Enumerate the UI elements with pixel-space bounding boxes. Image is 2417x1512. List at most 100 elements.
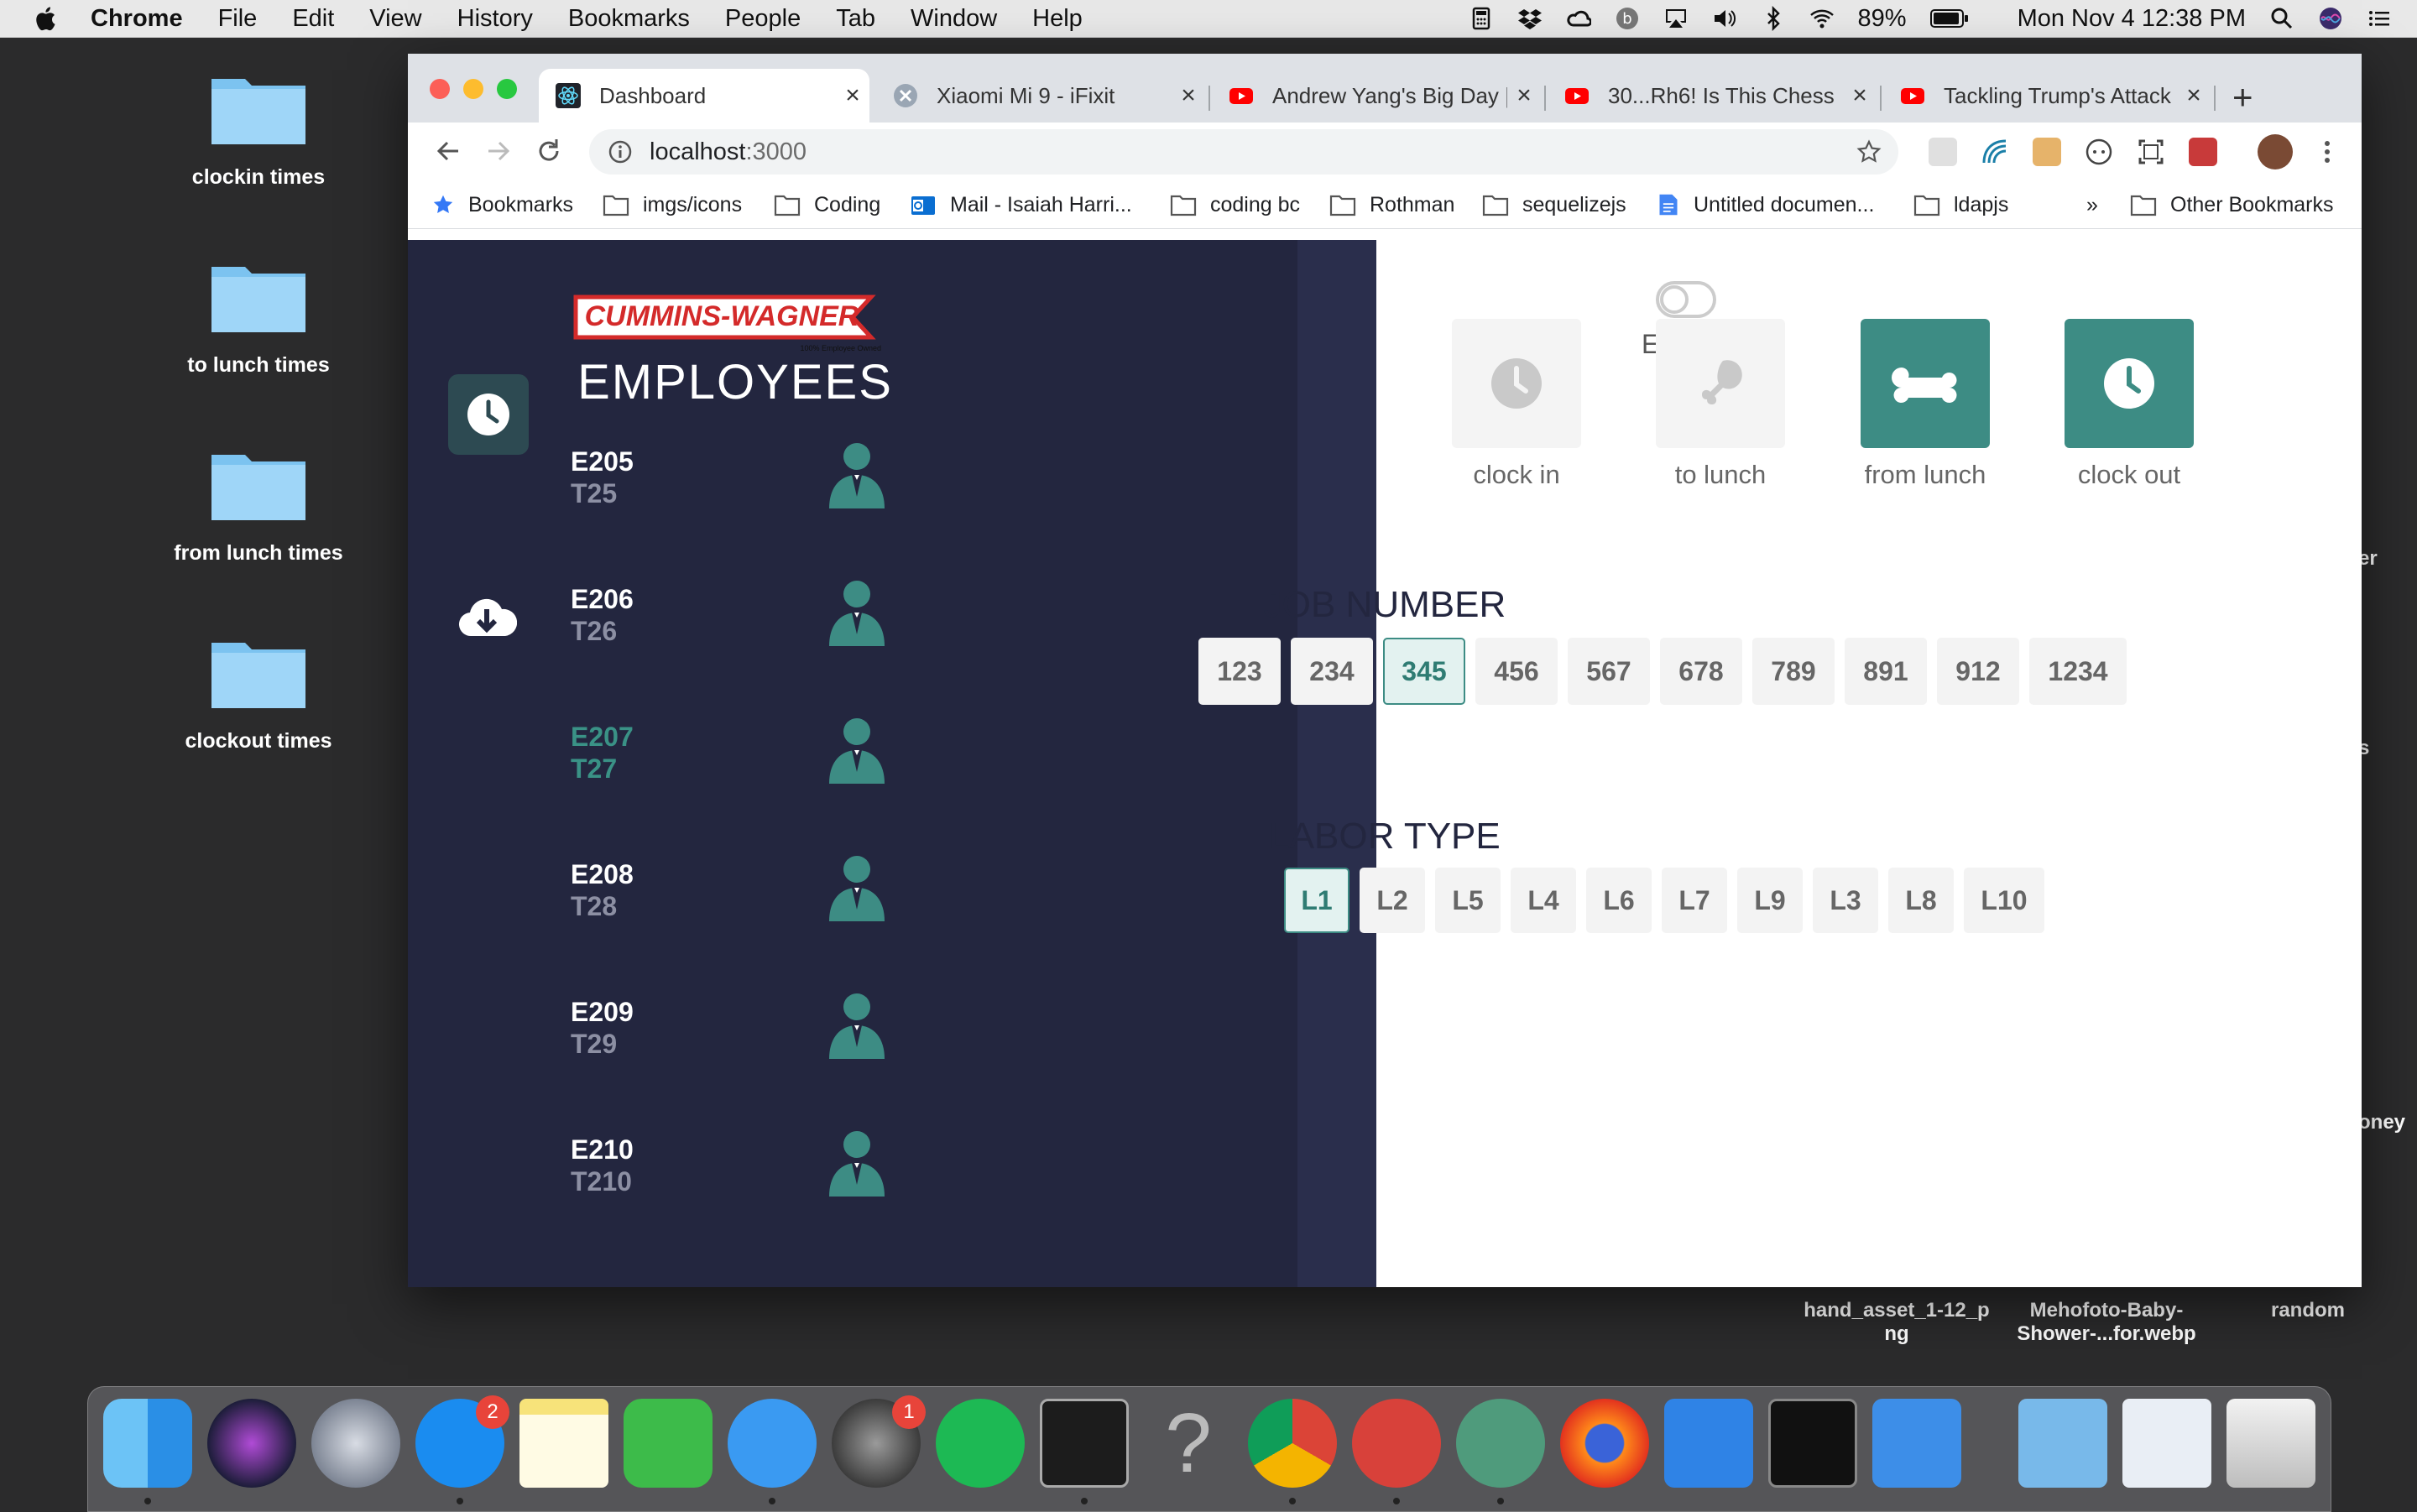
menu-window[interactable]: Window xyxy=(911,5,997,33)
extension-box-icon[interactable] xyxy=(2033,138,2061,166)
finder-icon[interactable] xyxy=(103,1399,192,1488)
tab-youtube-chess[interactable]: 30...Rh6! Is This Chess × xyxy=(1548,69,1877,123)
labor-chip[interactable]: L5 xyxy=(1435,868,1501,933)
tab-dashboard[interactable]: Dashboard × xyxy=(539,69,869,123)
desktop-folder-from-lunch[interactable]: from lunch times xyxy=(158,440,359,566)
window-zoom-button[interactable] xyxy=(497,79,517,99)
notification-center-icon[interactable] xyxy=(2367,6,2392,31)
tab-close-icon[interactable]: × xyxy=(836,81,869,110)
bookmark-bookmarks[interactable]: Bookmarks xyxy=(431,190,573,220)
tab-close-icon[interactable]: × xyxy=(1843,81,1877,110)
labor-chip[interactable]: L10 xyxy=(1964,868,2044,933)
menu-history[interactable]: History xyxy=(457,5,533,33)
employee-item-selected[interactable]: E207 T27 xyxy=(571,718,906,806)
trash-icon[interactable] xyxy=(2226,1399,2315,1488)
job-chip[interactable]: 567 xyxy=(1568,638,1650,705)
unknown-app-icon[interactable]: ? xyxy=(1144,1399,1233,1488)
desktop-file-random[interactable]: random xyxy=(2232,1299,2383,1322)
tab-close-icon[interactable]: × xyxy=(2177,81,2211,110)
info-icon[interactable] xyxy=(608,139,633,164)
back-icon[interactable] xyxy=(433,136,463,166)
reload-icon[interactable] xyxy=(534,136,564,166)
dropbox-icon[interactable] xyxy=(1517,6,1543,31)
clock-datetime[interactable]: Mon Nov 4 12:38 PM xyxy=(2018,5,2246,33)
siri-icon[interactable] xyxy=(207,1399,296,1488)
messages-icon[interactable] xyxy=(728,1399,817,1488)
labor-chip[interactable]: L8 xyxy=(1888,868,1954,933)
creative-cloud-icon[interactable] xyxy=(1566,6,1591,31)
bookmark-star-icon[interactable] xyxy=(1856,139,1882,164)
terminal-icon[interactable] xyxy=(1040,1399,1129,1488)
extension-circle-icon[interactable] xyxy=(2085,138,2113,166)
clock-out-button[interactable] xyxy=(2065,319,2194,448)
tab-close-icon[interactable]: × xyxy=(1507,81,1541,110)
bookmark-sequelizejs[interactable]: sequelizejs xyxy=(1482,190,1626,220)
window-minimize-button[interactable] xyxy=(463,79,483,99)
spotlight-search-icon[interactable] xyxy=(2269,6,2294,31)
desktop-file-hand-asset[interactable]: hand_asset_1-12_p ng xyxy=(1796,1299,1997,1346)
bear-icon[interactable] xyxy=(1352,1399,1441,1488)
bookmark-untitled-document[interactable]: Untitled documen... xyxy=(1657,190,1874,220)
labor-chip[interactable]: L6 xyxy=(1586,868,1652,933)
employee-item[interactable]: E205 T25 xyxy=(571,443,906,530)
tab-ifixit[interactable]: Xiaomi Mi 9 - iFixit × xyxy=(876,69,1205,123)
chrome-icon[interactable] xyxy=(1248,1399,1337,1488)
xcode-icon[interactable] xyxy=(1664,1399,1753,1488)
address-bar[interactable]: localhost:3000 xyxy=(589,129,1898,175)
notes-icon[interactable] xyxy=(519,1399,608,1488)
job-chip[interactable]: 456 xyxy=(1475,638,1558,705)
calculator-icon[interactable] xyxy=(1469,6,1494,31)
desktop-folder-to-lunch[interactable]: to lunch times xyxy=(158,252,359,378)
timeclock-nav-button[interactable] xyxy=(448,374,529,455)
job-chip[interactable]: 891 xyxy=(1845,638,1927,705)
extension-red-icon[interactable] xyxy=(2189,138,2217,166)
labor-chip[interactable]: L2 xyxy=(1360,868,1425,933)
employee-item[interactable]: E208 T28 xyxy=(571,856,906,943)
siri-icon[interactable] xyxy=(2318,6,2343,31)
menu-edit[interactable]: Edit xyxy=(292,5,334,33)
job-chip[interactable]: 912 xyxy=(1937,638,2019,705)
tab-youtube-trump[interactable]: Tackling Trump's Attack × xyxy=(1883,69,2211,123)
desktop-folder-clockin[interactable]: clockin times xyxy=(158,64,359,190)
job-chip[interactable]: 234 xyxy=(1291,638,1373,705)
from-lunch-button[interactable] xyxy=(1861,319,1990,448)
forward-icon[interactable] xyxy=(483,136,514,166)
labor-chip[interactable]: L7 xyxy=(1662,868,1727,933)
airplay-icon[interactable] xyxy=(1663,6,1689,31)
new-tab-button[interactable]: + xyxy=(2232,77,2253,117)
wifi-icon[interactable] xyxy=(1809,6,1835,31)
extension-wave-icon[interactable] xyxy=(1981,138,2009,166)
bookmark-ldapjs[interactable]: ldapjs xyxy=(1913,190,2008,220)
edit-toggle-switch[interactable] xyxy=(1655,280,1717,319)
tab-close-icon[interactable]: × xyxy=(1172,81,1205,110)
job-chip[interactable]: 123 xyxy=(1198,638,1281,705)
activity-monitor-icon[interactable] xyxy=(1768,1399,1857,1488)
menu-file[interactable]: File xyxy=(218,5,258,33)
battery-percent[interactable]: 89% xyxy=(1858,5,1907,33)
bookmark-imgs-icons[interactable]: imgs/icons xyxy=(603,190,742,220)
documents-stack-icon[interactable] xyxy=(2122,1399,2211,1488)
job-chip[interactable]: 1234 xyxy=(2029,638,2127,705)
clock-in-button[interactable] xyxy=(1452,319,1581,448)
apple-icon[interactable] xyxy=(34,5,57,32)
simulator-icon[interactable] xyxy=(1872,1399,1961,1488)
bookmark-coding-bc[interactable]: coding bc xyxy=(1170,190,1300,220)
desktop-folder-clockout[interactable]: clockout times xyxy=(158,628,359,753)
firefox-icon[interactable] xyxy=(1560,1399,1649,1488)
screenshot-icon[interactable] xyxy=(2137,138,2165,166)
job-chip[interactable]: 789 xyxy=(1752,638,1835,705)
spotify-icon[interactable] xyxy=(936,1399,1025,1488)
labor-chip[interactable]: L9 xyxy=(1737,868,1803,933)
beats-icon[interactable]: b xyxy=(1615,6,1640,31)
chrome-menu-icon[interactable] xyxy=(2313,138,2341,166)
desktop-file-mehofoto[interactable]: Mehofoto-Baby- Shower-...for.webp xyxy=(1997,1299,2216,1346)
menu-help[interactable]: Help xyxy=(1032,5,1083,33)
window-close-button[interactable] xyxy=(430,79,450,99)
menu-tab[interactable]: Tab xyxy=(836,5,875,33)
extension-icon[interactable] xyxy=(1929,138,1957,166)
labor-chip-selected[interactable]: L1 xyxy=(1284,868,1349,933)
menu-view[interactable]: View xyxy=(369,5,421,33)
list-scroll-track[interactable] xyxy=(1297,240,1378,1287)
bookmark-coding[interactable]: Coding xyxy=(774,190,880,220)
downloads-stack-icon[interactable] xyxy=(2018,1399,2107,1488)
